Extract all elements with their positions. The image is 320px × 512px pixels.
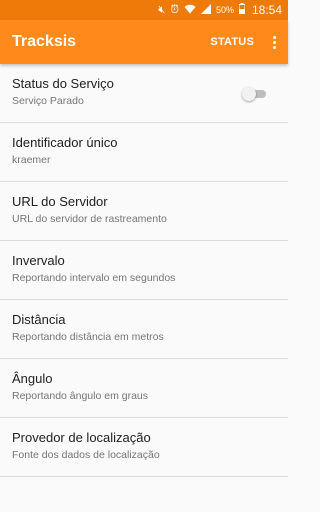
signal-icon xyxy=(200,3,211,17)
battery-percentage: 50% xyxy=(215,5,234,15)
setting-location-provider[interactable]: Provedor de localização Fonte dos dados … xyxy=(0,418,288,477)
overflow-menu-icon[interactable] xyxy=(270,35,278,49)
setting-summary: URL do servidor de rastreamento xyxy=(12,213,167,225)
setting-service-status[interactable]: Status do Serviço Serviço Parado xyxy=(0,64,288,123)
setting-summary: Reportando intervalo em segundos xyxy=(12,272,176,284)
setting-title: URL do Servidor xyxy=(12,194,108,209)
mute-icon: 🔇︎ xyxy=(158,3,166,16)
setting-title: Distância xyxy=(12,312,66,327)
service-toggle-switch[interactable] xyxy=(242,87,266,101)
setting-server-url[interactable]: URL do Servidor URL do servidor de rastr… xyxy=(0,182,288,241)
app-bar: Tracksis STATUS xyxy=(0,20,288,64)
setting-summary: kraemer xyxy=(12,154,51,166)
status-button[interactable]: STATUS xyxy=(210,36,254,48)
setting-distance[interactable]: Distância Reportando distância em metros xyxy=(0,300,288,359)
clock: 18:54 xyxy=(251,3,282,17)
setting-summary: Fonte dos dados de localização xyxy=(12,449,160,461)
setting-title: Identificador único xyxy=(12,135,118,150)
setting-interval[interactable]: Invervalo Reportando intervalo em segund… xyxy=(0,241,288,300)
setting-unique-id[interactable]: Identificador único kraemer xyxy=(0,123,288,182)
setting-summary: Reportando distância em metros xyxy=(12,331,164,343)
app-title: Tracksis xyxy=(12,33,77,50)
status-bar: 🔇︎ ⏰︎ 50% 18:54 xyxy=(0,0,288,20)
setting-summary: Reportando ângulo em graus xyxy=(12,390,149,402)
settings-list: Status do Serviço Serviço Parado Identif… xyxy=(0,64,288,477)
setting-title: Provedor de localização xyxy=(12,430,151,445)
alarm-icon: ⏰︎ xyxy=(170,3,179,16)
battery-icon xyxy=(238,3,246,17)
setting-title: Ângulo xyxy=(12,371,53,386)
setting-title: Invervalo xyxy=(12,253,65,268)
wifi-icon xyxy=(184,4,196,17)
setting-summary: Serviço Parado xyxy=(12,95,84,107)
setting-angle[interactable]: Ângulo Reportando ângulo em graus xyxy=(0,359,288,418)
setting-title: Status do Serviço xyxy=(12,76,114,91)
